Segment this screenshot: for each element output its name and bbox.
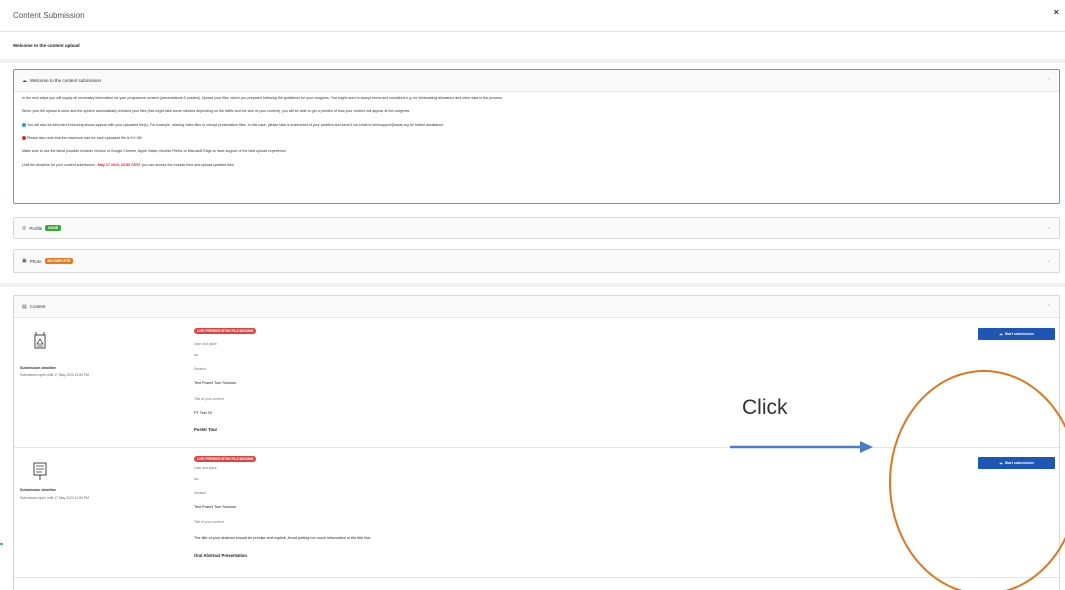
- photo-panel[interactable]: ▣ Photo INCOMPLETE ⌄: [13, 249, 1060, 273]
- welcome-panel-header[interactable]: ☁ Welcome to the content submission ⌃: [14, 70, 1059, 92]
- content-title-label: Title of your content: [194, 397, 224, 401]
- edge-marker: [0, 543, 3, 545]
- session-value: Test Poster Tour Session: [194, 505, 236, 509]
- start-submission-button[interactable]: ☁ Start submission: [978, 457, 1055, 469]
- content-title-value: PT Test 03: [194, 411, 213, 415]
- photo-panel-title: Photo: [29, 258, 42, 264]
- content-item: Submission deadline Submission open unti…: [14, 448, 1061, 578]
- status-badge: INCOMPLETE: [44, 258, 74, 264]
- info-paragraph: You will also be informed if blocking is…: [27, 122, 445, 127]
- info-paragraph: Please also note that the maximum size f…: [27, 135, 143, 140]
- content-title-label: Title of your content: [194, 520, 224, 524]
- deadline-label: Submission deadline: [20, 366, 56, 370]
- welcome-heading: Welcome to the content upload: [13, 43, 80, 48]
- chevron-down-icon[interactable]: ⌄: [1047, 225, 1051, 231]
- session-label: Session: [194, 367, 207, 371]
- deadline-value: Submission open until 17 May 2023 11:59 …: [20, 373, 89, 377]
- content-item: Submission deadline Submission open unti…: [14, 318, 1061, 448]
- profile-panel[interactable]: ◎ Profile DONE ⌄: [13, 217, 1060, 239]
- date-label: Date and place: [194, 466, 217, 470]
- chevron-up-icon[interactable]: ⌃: [1047, 78, 1051, 84]
- annotation-click-label: Click: [742, 396, 788, 419]
- divider: [0, 283, 1065, 287]
- profile-panel-title: Profile: [29, 225, 43, 231]
- status-badge: LIVE PRESENTATION FILE MISSING: [194, 328, 257, 334]
- chevron-up-icon[interactable]: ⌃: [1047, 304, 1051, 310]
- deadline-label: Submission deadline: [20, 488, 56, 492]
- date-value: -: [197, 477, 199, 481]
- welcome-panel: ☁ Welcome to the content submission ⌃ In…: [13, 69, 1060, 204]
- content-type: Poster Tour: [194, 427, 218, 432]
- modal-header: Content Submission ×: [0, 0, 1065, 32]
- upload-cloud-icon: ☁: [999, 461, 1003, 465]
- presentation-icon: [33, 462, 47, 480]
- info-paragraph: When your file upload is done and the sy…: [22, 109, 411, 114]
- date-label: Date and place: [194, 342, 217, 346]
- image-icon: ▣: [22, 258, 27, 264]
- info-paragraph: In the next steps you will supply all ne…: [22, 96, 503, 100]
- content-title-value: The title of your abstract should be pre…: [194, 536, 372, 540]
- document-icon: ▤: [22, 303, 27, 310]
- divider: [0, 59, 1065, 63]
- content-submission-modal: Content Submission × Welcome to the cont…: [0, 0, 1065, 590]
- deadline-date: May 17 2023, 23:59 CEST: [97, 162, 141, 167]
- status-badge: DONE: [45, 225, 62, 231]
- photo-panel-header[interactable]: ▣ Photo INCOMPLETE ⌄: [14, 250, 1059, 272]
- content-panel-header[interactable]: ▤ Content ⌃: [14, 296, 1059, 318]
- close-button[interactable]: ×: [1054, 7, 1059, 17]
- info-icon: [22, 122, 26, 127]
- upload-cloud-icon: ☁: [999, 332, 1003, 336]
- content-type: Oral Abstract Presentation: [194, 553, 247, 558]
- info-paragraph: Make sure to use the latest possible bro…: [22, 149, 287, 154]
- modal-title: Content Submission: [13, 11, 85, 20]
- content-panel: ▤ Content ⌃ Submission deadline Submissi…: [13, 295, 1061, 590]
- welcome-panel-body: In the next steps you will supply all ne…: [14, 92, 1059, 180]
- date-value: -: [197, 353, 199, 357]
- warning-icon: [22, 135, 26, 140]
- deadline-value: Submission open until 17 May 2023 11:59 …: [20, 496, 89, 500]
- status-badge: LIVE PRESENTATION FILE MISSING: [194, 456, 257, 462]
- annotation-arrow-icon: [730, 441, 873, 453]
- upload-cloud-icon: ☁: [22, 77, 27, 84]
- content-panel-title: Content: [29, 304, 46, 309]
- poster-icon: [34, 332, 46, 349]
- deadline-paragraph: Until the deadline for your content subm…: [22, 162, 235, 167]
- session-label: Session: [194, 491, 207, 495]
- start-submission-button[interactable]: ☁ Start submission: [978, 328, 1055, 340]
- profile-panel-header[interactable]: ◎ Profile DONE ⌄: [14, 218, 1059, 238]
- user-circle-icon: ◎: [22, 225, 27, 231]
- session-value: Test Poster Tour Session: [194, 381, 236, 385]
- welcome-panel-title: Welcome to the content submission: [30, 78, 101, 83]
- chevron-down-icon[interactable]: ⌄: [1047, 258, 1051, 264]
